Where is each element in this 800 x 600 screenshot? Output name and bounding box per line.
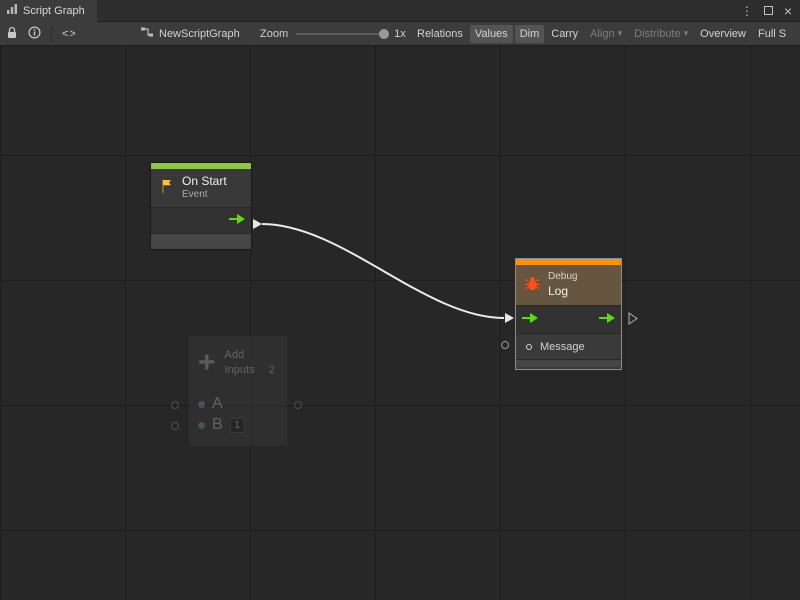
script-graph-window: Script Graph ⋮ × <> xyxy=(0,0,800,600)
control-exit-port[interactable] xyxy=(628,312,638,330)
zoom-control: Zoom 1x xyxy=(260,22,406,45)
align-label: Align xyxy=(590,28,614,40)
node-on-start[interactable]: On Start Event xyxy=(150,162,252,250)
zoom-value: 1x xyxy=(394,28,406,40)
node-add-inputs-ghost[interactable]: + Add Inputs 2 A xyxy=(188,335,288,447)
info-icon[interactable] xyxy=(28,26,41,42)
chevron-down-icon: ▾ xyxy=(618,28,623,39)
port-label: A xyxy=(212,395,223,413)
tab-title: Script Graph xyxy=(23,5,85,17)
external-output-port[interactable] xyxy=(294,401,302,409)
message-input-row: Message xyxy=(516,333,621,359)
align-button[interactable]: Align ▾ xyxy=(585,25,627,43)
control-input-port[interactable] xyxy=(505,313,514,323)
code-brackets-icon[interactable]: <> xyxy=(62,28,77,40)
maximize-icon[interactable] xyxy=(764,6,773,15)
on-start-header: On Start Event xyxy=(151,169,251,207)
input-row-a: A xyxy=(189,394,287,415)
toolbar-buttons: Relations Values Dim Carry Align ▾ Distr… xyxy=(412,22,791,45)
debug-log-title-block: Debug Log xyxy=(548,271,577,299)
connection-layer xyxy=(0,46,800,600)
flow-output-arrow-icon[interactable] xyxy=(599,313,615,326)
debug-log-port-row xyxy=(516,305,621,333)
ghost-body: + Add Inputs 2 A xyxy=(188,335,288,447)
data-port-dot[interactable] xyxy=(198,401,205,408)
input-row-b: B 1 xyxy=(189,415,287,436)
fullscreen-button[interactable]: Full S xyxy=(753,25,791,43)
debug-log-header: Debug Log xyxy=(516,265,621,305)
message-port-label: Message xyxy=(540,341,585,353)
toolbar-left-group: <> xyxy=(6,22,77,45)
port-label: B xyxy=(212,416,223,434)
overview-button[interactable]: Overview xyxy=(695,25,751,43)
node-title: On Start xyxy=(182,174,227,189)
carry-button[interactable]: Carry xyxy=(546,25,583,43)
dim-button[interactable]: Dim xyxy=(515,25,545,43)
zoom-slider[interactable] xyxy=(296,33,386,35)
distribute-button[interactable]: Distribute ▾ xyxy=(629,25,693,43)
window-controls: ⋮ × xyxy=(741,4,800,18)
graph-canvas[interactable]: On Start Event xyxy=(0,46,800,600)
control-output-port[interactable] xyxy=(253,219,262,229)
graph-asset-group: NewScriptGraph xyxy=(140,22,240,45)
external-port-b[interactable] xyxy=(171,422,179,430)
node-subtitle: Event xyxy=(182,189,227,202)
tab-script-graph[interactable]: Script Graph xyxy=(0,0,97,22)
on-start-port-row xyxy=(151,207,251,233)
ghost-port-rows: A B 1 xyxy=(189,394,287,436)
zoom-label: Zoom xyxy=(260,28,288,40)
zoom-slider-handle[interactable] xyxy=(379,29,389,39)
kebab-menu-icon[interactable]: ⋮ xyxy=(741,5,753,17)
toolbar-separator xyxy=(51,26,52,41)
debug-log-footer xyxy=(516,359,621,367)
graph-name-label[interactable]: NewScriptGraph xyxy=(159,28,240,40)
flag-icon xyxy=(159,178,175,197)
flow-output-arrow-icon[interactable] xyxy=(229,214,245,227)
script-graph-asset-icon xyxy=(140,26,154,41)
data-port-dot[interactable] xyxy=(526,344,532,350)
graph-toolbar: <> NewScriptGraph Zoom 1x Relations Valu… xyxy=(0,22,800,46)
node-group: Debug xyxy=(548,271,577,284)
relations-button[interactable]: Relations xyxy=(412,25,468,43)
plus-icon: + xyxy=(198,351,216,375)
on-start-footer xyxy=(151,233,251,249)
data-port-dot[interactable] xyxy=(198,422,205,429)
chevron-down-icon: ▾ xyxy=(684,28,689,39)
node-title: Log xyxy=(548,284,577,299)
on-start-title-block: On Start Event xyxy=(182,174,227,202)
input-count[interactable]: 2 xyxy=(269,363,275,378)
node-title: Add xyxy=(225,348,275,363)
node-subtitle: Inputs xyxy=(225,363,255,378)
ghost-subtitle-line: Inputs 2 xyxy=(225,363,275,378)
node-debug-log[interactable]: Debug Log xyxy=(515,258,622,370)
title-bar: Script Graph ⋮ × xyxy=(0,0,800,22)
ghost-title-block: Add Inputs 2 xyxy=(225,348,275,378)
flow-input-arrow-icon[interactable] xyxy=(522,313,538,326)
distribute-label: Distribute xyxy=(634,28,680,40)
ghost-header: + Add Inputs 2 xyxy=(189,336,287,384)
lock-icon[interactable] xyxy=(6,26,18,42)
bug-icon xyxy=(524,276,541,295)
external-port-a[interactable] xyxy=(171,401,179,409)
values-button[interactable]: Values xyxy=(470,25,513,43)
graph-tab-icon xyxy=(6,3,18,18)
message-data-port[interactable] xyxy=(501,341,509,349)
control-wire[interactable] xyxy=(262,224,504,318)
close-icon[interactable]: × xyxy=(784,4,792,18)
inline-value-field[interactable]: 1 xyxy=(230,418,245,433)
